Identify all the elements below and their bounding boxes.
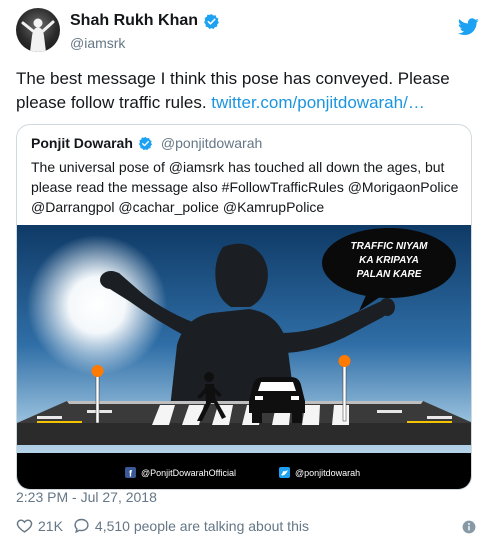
quoted-author-handle[interactable]: @ponjitdowarah <box>161 135 262 151</box>
twitter-credit-text: @ponjitdowarah <box>295 468 360 478</box>
quoted-tweet-text: The universal pose of @iamsrk has touche… <box>31 159 459 215</box>
like-count[interactable]: 21K <box>38 518 63 534</box>
author-name-row[interactable]: Shah Rukh Khan <box>70 12 220 30</box>
comment-bubble-icon[interactable] <box>73 517 90 534</box>
tweet-link[interactable]: twitter.com/ponjitdowarah/… <box>211 93 425 112</box>
speech-line-2: KA KRIPAYA <box>359 255 419 266</box>
verified-badge-icon <box>138 136 152 150</box>
author-handle[interactable]: @iamsrk <box>70 35 125 51</box>
quoted-tweet-image[interactable]: TRAFFIC NIYAM KA KRIPAYA PALAN KARE f @P… <box>17 225 471 489</box>
speech-line-3: PALAN KARE <box>357 269 422 280</box>
twitter-bird-icon[interactable] <box>458 18 479 36</box>
verified-badge-icon <box>204 13 219 29</box>
like-action[interactable]: 21K <box>16 517 63 534</box>
conversation-action[interactable]: 4,510 people are talking about this <box>73 517 309 534</box>
quoted-tweet-header: Ponjit Dowarah @ponjitdowarah <box>31 135 262 151</box>
tweet-timestamp[interactable]: 2:23 PM - Jul 27, 2018 <box>16 489 157 505</box>
author-name[interactable]: Shah Rukh Khan <box>70 12 198 30</box>
heart-icon[interactable] <box>16 517 33 534</box>
facebook-credit: f @PonjitDowarahOfficial <box>125 467 236 479</box>
talking-count[interactable]: 4,510 people are talking about this <box>95 518 309 534</box>
facebook-credit-text: @PonjitDowarahOfficial <box>141 468 236 478</box>
embedded-tweet: Shah Rukh Khan @iamsrk The best message … <box>0 0 495 547</box>
tweet-text: The best message I think this pose has c… <box>16 67 481 115</box>
author-avatar[interactable] <box>16 8 60 52</box>
info-icon[interactable] <box>462 520 476 534</box>
speech-line-1: TRAFFIC NIYAM <box>350 241 428 252</box>
quoted-tweet[interactable]: Ponjit Dowarah @ponjitdowarah The univer… <box>16 124 472 490</box>
quoted-author-name[interactable]: Ponjit Dowarah <box>31 135 133 151</box>
tweet-actions: 21K 4,510 people are talking about this <box>16 517 309 534</box>
